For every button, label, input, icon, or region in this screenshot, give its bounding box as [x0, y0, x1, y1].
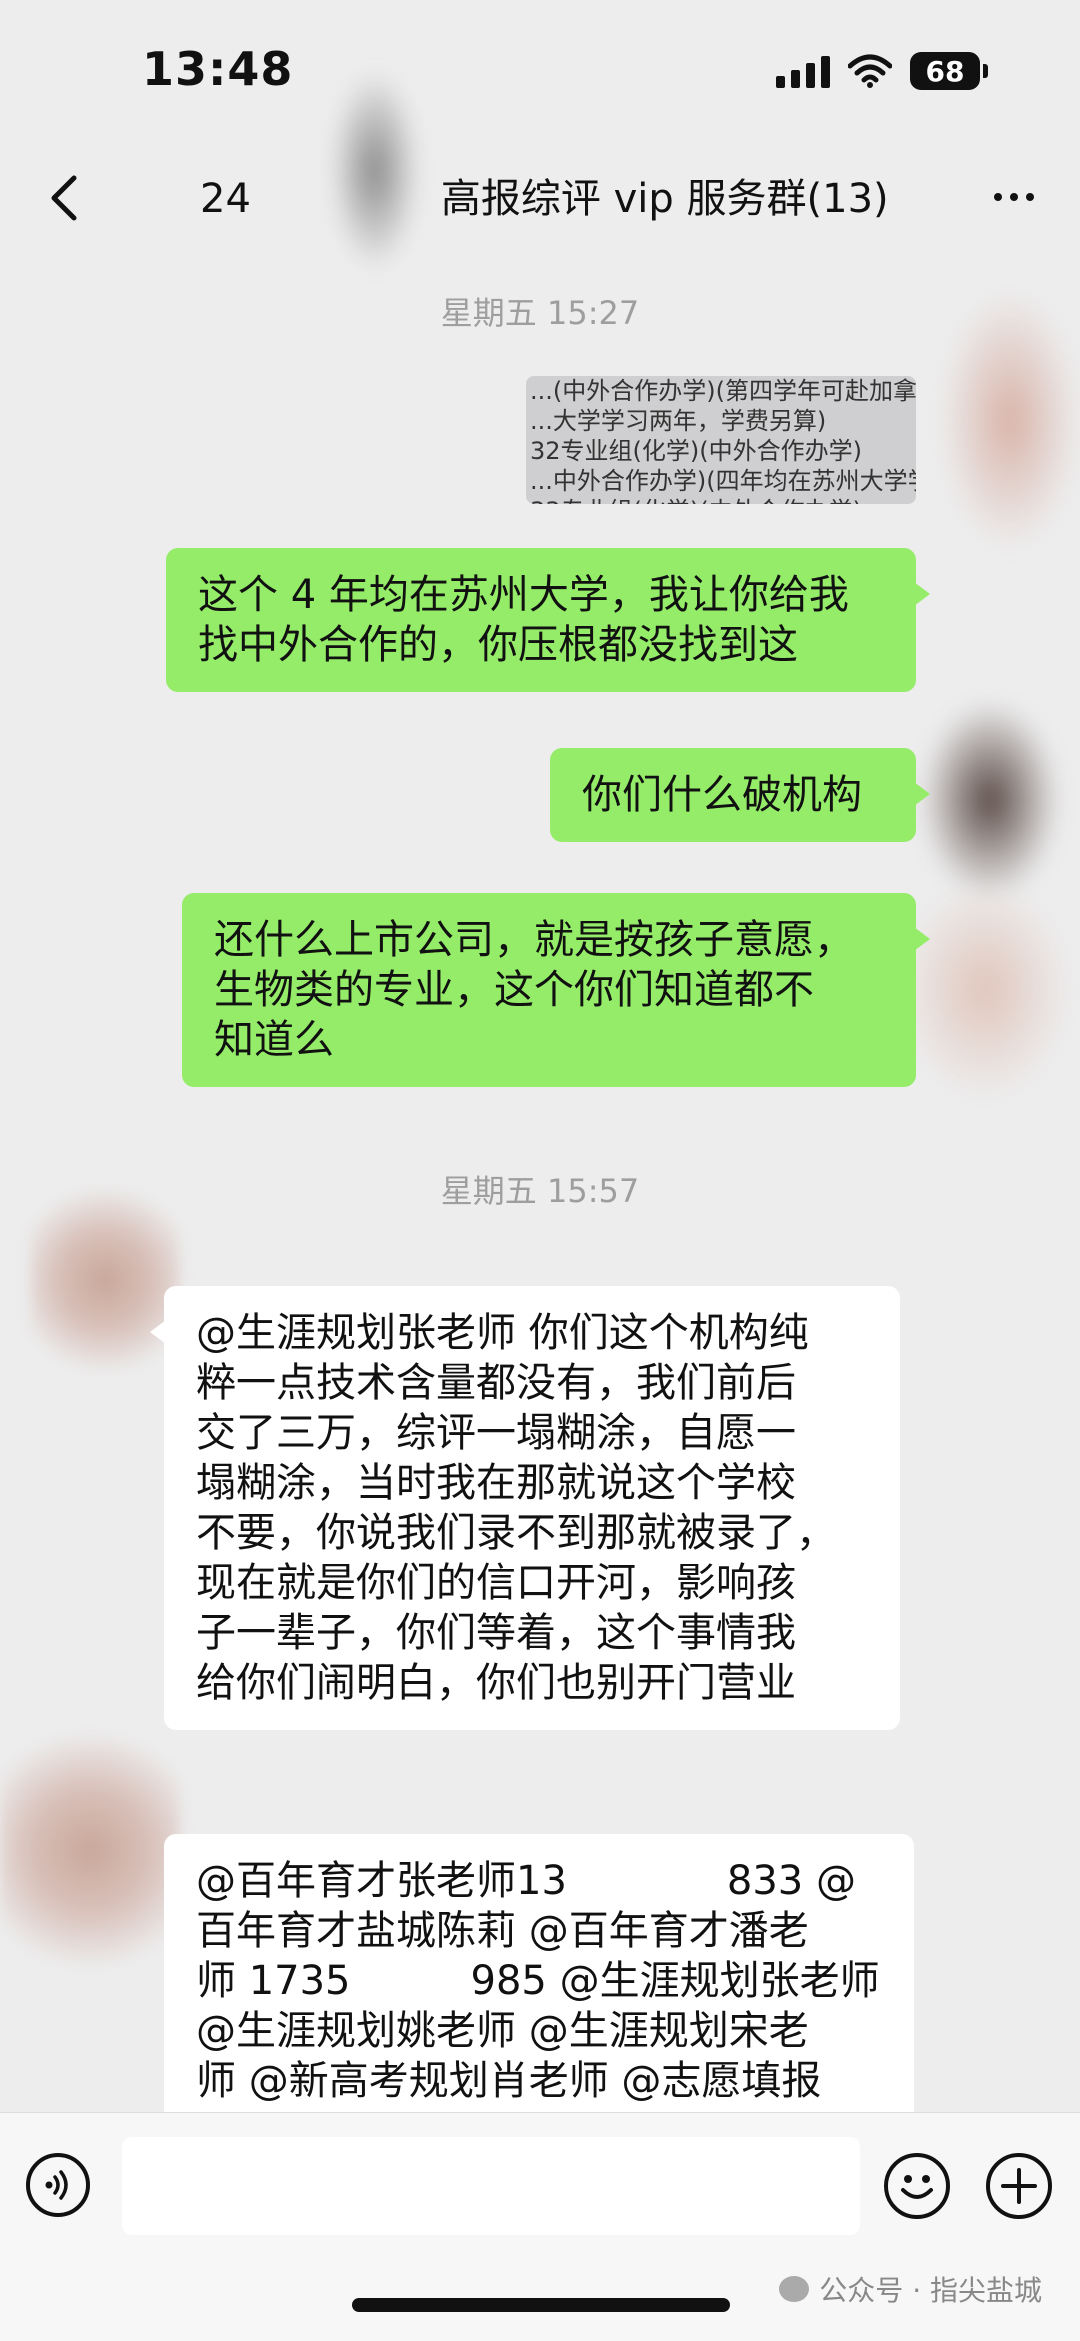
emoji-button[interactable]: [884, 2153, 950, 2219]
message-line: 塌糊涂，当时我在那就说这个学校: [196, 1460, 796, 1506]
status-time: 13:48: [142, 42, 294, 96]
image-text-line: 33专业组(化学)(中外合作办学): [526, 496, 916, 504]
message-bubble-outgoing[interactable]: 还什么上市公司，就是按孩子意愿， 生物类的专业，这个你们知道都不 知道么: [182, 893, 930, 1087]
battery-level: 68: [925, 54, 965, 88]
message-line: @生涯规划张老师 你们这个机构纯: [196, 1310, 809, 1356]
wifi-icon: [848, 54, 892, 88]
emoji-icon: [901, 2175, 933, 2199]
privacy-blur: [900, 880, 1070, 1100]
message-line: @生涯规划姚老师 @生涯规划宋老: [196, 2008, 809, 2054]
back-button[interactable]: [36, 168, 96, 228]
privacy-blur: [330, 70, 420, 270]
message-line: 还什么上市公司，就是按孩子意愿，: [214, 917, 854, 963]
message-line: 生物类的专业，这个你们知道都不: [214, 967, 814, 1013]
status-bar: 13:48 68: [0, 0, 1080, 150]
message-line: 师 1735 985 @生涯规划张老师: [196, 1958, 880, 2004]
message-line: 你们什么破机构: [582, 772, 862, 818]
plus-button[interactable]: [986, 2153, 1052, 2219]
message-line: 粹一点技术含量都没有，我们前后: [196, 1360, 796, 1406]
message-line: 子一辈子，你们等着，这个事情我: [196, 1610, 796, 1656]
message-bubble-incoming[interactable]: @百年育才张老师13 833 @ 百年育才盐城陈莉 @百年育才潘老 师 1735…: [164, 1834, 914, 2124]
message-line: 找中外合作的，你压根都没找到这: [198, 622, 798, 668]
image-text-line: ...大学学习两年，学费另算): [530, 407, 827, 435]
message-line: 师 @新高考规划肖老师 @志愿填报: [196, 2058, 822, 2104]
watermark-text: 公众号 · 指尖盐城: [819, 2274, 1042, 2307]
message-line: 交了三万，综评一塌糊涂，自愿一: [196, 1410, 796, 1456]
chat-title-main: 高报综评 vip 服务群(13): [440, 176, 889, 222]
more-button[interactable]: [984, 172, 1044, 222]
message-input[interactable]: [122, 2137, 860, 2235]
plus-icon: [1001, 2168, 1037, 2204]
avatar[interactable]: [30, 1180, 180, 1380]
wechat-official-account-icon: [779, 2276, 810, 2302]
avatar[interactable]: [0, 1720, 180, 1980]
message-line: 这个 4 年均在苏州大学，我让你给我: [198, 572, 849, 618]
more-icon: [994, 193, 1002, 201]
message-line: 知道么: [214, 1017, 334, 1063]
image-message[interactable]: ...(中外合作办学)(第四学年可赴加拿 ...大学学习两年，学费另算) 32专…: [526, 376, 916, 504]
signal-icon: [776, 54, 830, 88]
voice-button[interactable]: [26, 2153, 90, 2217]
status-icons: 68: [776, 52, 988, 90]
battery-icon: 68: [910, 52, 988, 90]
chat-title-prefix: 24: [200, 176, 251, 222]
chat-title: 24 高报综评 vip 服务群(13): [200, 166, 889, 224]
message-bubble-outgoing[interactable]: 你们什么破机构: [550, 748, 930, 842]
message-bubble-outgoing[interactable]: 这个 4 年均在苏州大学，我让你给我 找中外合作的，你压根都没找到这: [166, 548, 930, 692]
watermark: 公众号 · 指尖盐城: [779, 2269, 1042, 2309]
message-line: @百年育才张老师13 833 @: [196, 1858, 856, 1904]
message-line: 现在就是你们的信口开河，影响孩: [196, 1560, 796, 1606]
chat-header: 24 高报综评 vip 服务群(13): [0, 150, 1080, 246]
voice-icon: [45, 2170, 68, 2200]
timestamp: 星期五 15:27: [440, 294, 640, 332]
chevron-left-icon: [51, 175, 77, 221]
message-line: 百年育才盐城陈莉 @百年育才潘老: [196, 1908, 809, 1954]
image-text-line: 32专业组(化学)(中外合作办学): [530, 437, 862, 465]
image-text-line: ...(中外合作办学)(第四学年可赴加拿: [530, 377, 916, 405]
message-line: 给你们闹明白，你们也别开门营业: [196, 1660, 796, 1706]
privacy-blur: [920, 700, 1060, 900]
message-bubble-incoming[interactable]: @生涯规划张老师 你们这个机构纯 粹一点技术含量都没有，我们前后 交了三万，综评…: [150, 1286, 900, 1730]
image-text-line: ...中外合作办学)(四年均在苏州大学学习): [530, 467, 916, 495]
message-line: 不要，你说我们录不到那就被录了，: [196, 1510, 836, 1556]
home-indicator: [352, 2298, 730, 2312]
